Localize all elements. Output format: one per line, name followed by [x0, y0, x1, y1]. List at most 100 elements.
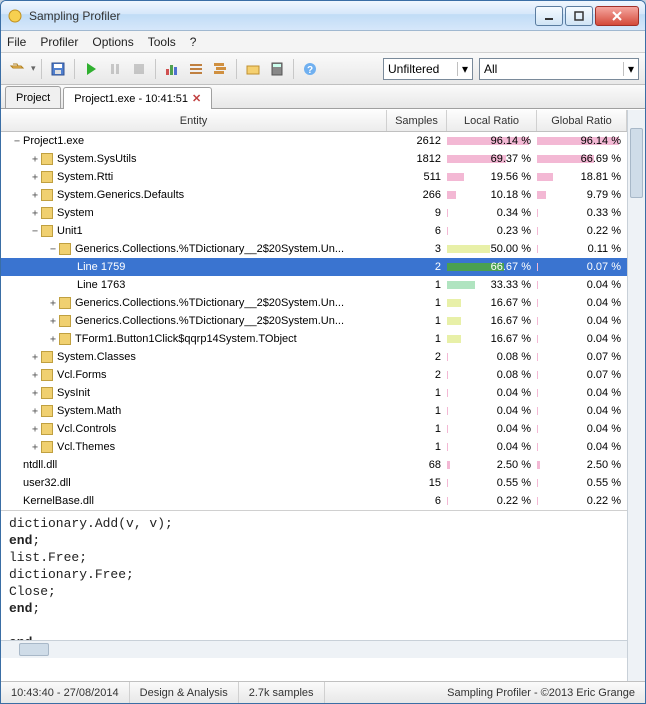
- table-row[interactable]: −Generics.Collections.%TDictionary__2$20…: [1, 240, 627, 258]
- open-icon[interactable]: [7, 58, 29, 80]
- global-ratio-cell: 0.33 %: [537, 207, 627, 219]
- tree-expander[interactable]: −: [29, 226, 41, 237]
- scroll-thumb[interactable]: [630, 128, 643, 198]
- horizontal-scrollbar[interactable]: [1, 640, 627, 658]
- minimize-button[interactable]: [535, 6, 563, 26]
- table-row[interactable]: user32.dll150.55 %0.55 %: [1, 474, 627, 492]
- vertical-scrollbar[interactable]: [627, 110, 645, 681]
- tree-expander[interactable]: −: [47, 244, 59, 255]
- local-ratio-cell: 50.00 %: [447, 243, 537, 255]
- folder-icon[interactable]: [242, 58, 264, 80]
- toolbar: ▾ ? Unfiltered ▾ All ▾: [1, 53, 645, 85]
- tab-project[interactable]: Project: [5, 86, 61, 108]
- table-row[interactable]: KernelBase.dll60.22 %0.22 %: [1, 492, 627, 510]
- entity-label: System.Math: [57, 405, 121, 417]
- entity-cell: +System.SysUtils: [1, 153, 387, 165]
- entity-label: Unit1: [57, 225, 83, 237]
- menu-tools[interactable]: Tools: [148, 35, 176, 49]
- entity-label: KernelBase.dll: [23, 495, 94, 507]
- tab-results[interactable]: Project1.exe - 10:41:51 ✕: [63, 87, 212, 109]
- table-row[interactable]: Line 1759266.67 %0.07 %: [1, 258, 627, 276]
- col-samples[interactable]: Samples: [387, 110, 447, 131]
- global-ratio-cell: 96.14 %: [537, 135, 627, 147]
- tree-expander[interactable]: +: [29, 154, 41, 165]
- col-entity[interactable]: Entity: [1, 110, 387, 131]
- tree-expander[interactable]: −: [11, 136, 23, 147]
- tree-expander[interactable]: +: [47, 334, 59, 345]
- local-ratio-cell: 33.33 %: [447, 279, 537, 291]
- table-row[interactable]: +System90.34 %0.33 %: [1, 204, 627, 222]
- entity-label: Line 1763: [77, 279, 125, 291]
- menubar: File Profiler Options Tools ?: [1, 31, 645, 53]
- table-row[interactable]: +Vcl.Controls10.04 %0.04 %: [1, 420, 627, 438]
- titlebar[interactable]: Sampling Profiler: [1, 1, 645, 31]
- table-row[interactable]: +Vcl.Themes10.04 %0.04 %: [1, 438, 627, 456]
- entity-cell: +SysInit: [1, 387, 387, 399]
- table-row[interactable]: +System.SysUtils181269.37 %66.69 %: [1, 150, 627, 168]
- table-row[interactable]: +TForm1.Button1Click$qqrp14System.TObjec…: [1, 330, 627, 348]
- table-row[interactable]: −Unit160.23 %0.22 %: [1, 222, 627, 240]
- tree-expander[interactable]: +: [29, 208, 41, 219]
- unit-icon: [41, 369, 53, 381]
- table-row[interactable]: +Generics.Collections.%TDictionary__2$20…: [1, 294, 627, 312]
- tree-expander[interactable]: +: [29, 190, 41, 201]
- unit-icon: [41, 225, 53, 237]
- tab-close-icon[interactable]: ✕: [192, 92, 201, 105]
- table-row[interactable]: +System.Generics.Defaults26610.18 %9.79 …: [1, 186, 627, 204]
- tree-expander[interactable]: +: [29, 406, 41, 417]
- entity-label: Line 1759: [77, 261, 125, 273]
- table-row[interactable]: +SysInit10.04 %0.04 %: [1, 384, 627, 402]
- calculator-icon[interactable]: [266, 58, 288, 80]
- table-row[interactable]: Line 1763133.33 %0.04 %: [1, 276, 627, 294]
- help-icon[interactable]: ?: [299, 58, 321, 80]
- local-ratio-cell: 0.34 %: [447, 207, 537, 219]
- app-icon: [7, 8, 23, 24]
- table-row[interactable]: +System.Classes20.08 %0.07 %: [1, 348, 627, 366]
- col-global-ratio[interactable]: Global Ratio: [537, 110, 627, 131]
- filter-combo-value: Unfiltered: [388, 62, 439, 76]
- entity-label: Project1.exe: [23, 135, 84, 147]
- maximize-button[interactable]: [565, 6, 593, 26]
- entity-cell: +System.Rtti: [1, 171, 387, 183]
- close-button[interactable]: [595, 6, 639, 26]
- chart-bar-icon[interactable]: [161, 58, 183, 80]
- table-row[interactable]: +System.Math10.04 %0.04 %: [1, 402, 627, 420]
- tree-expander[interactable]: +: [29, 424, 41, 435]
- global-ratio-cell: 0.04 %: [537, 333, 627, 345]
- entity-label: Vcl.Controls: [57, 423, 116, 435]
- unit-icon: [41, 387, 53, 399]
- menu-options[interactable]: Options: [92, 35, 133, 49]
- table-row[interactable]: +System.Rtti51119.56 %18.81 %: [1, 168, 627, 186]
- list-icon[interactable]: [185, 58, 207, 80]
- tree-expander[interactable]: +: [47, 298, 59, 309]
- pause-icon[interactable]: [104, 58, 126, 80]
- table-row[interactable]: −Project1.exe261296.14 %96.14 %: [1, 132, 627, 150]
- menu-file[interactable]: File: [7, 35, 26, 49]
- tree-expander[interactable]: +: [29, 370, 41, 381]
- menu-profiler[interactable]: Profiler: [40, 35, 78, 49]
- status-mode: Design & Analysis: [130, 682, 239, 703]
- tree-expander[interactable]: +: [29, 172, 41, 183]
- scroll-thumb[interactable]: [19, 643, 49, 656]
- stop-icon[interactable]: [128, 58, 150, 80]
- tree-expander[interactable]: +: [47, 316, 59, 327]
- table-row[interactable]: +Generics.Collections.%TDictionary__2$20…: [1, 312, 627, 330]
- tree-expander[interactable]: +: [29, 352, 41, 363]
- filter-combo[interactable]: Unfiltered ▾: [383, 58, 473, 80]
- table-row[interactable]: ntdll.dll682.50 %2.50 %: [1, 456, 627, 474]
- entity-cell: +System.Generics.Defaults: [1, 189, 387, 201]
- table-row[interactable]: +Vcl.Forms20.08 %0.07 %: [1, 366, 627, 384]
- global-ratio-cell: 0.55 %: [537, 477, 627, 489]
- menu-help[interactable]: ?: [190, 35, 197, 49]
- stack-icon[interactable]: [209, 58, 231, 80]
- tree-expander[interactable]: +: [29, 388, 41, 399]
- tree-expander[interactable]: +: [29, 442, 41, 453]
- play-icon[interactable]: [80, 58, 102, 80]
- scope-combo[interactable]: All ▾: [479, 58, 639, 80]
- save-icon[interactable]: [47, 58, 69, 80]
- local-ratio-cell: 10.18 %: [447, 189, 537, 201]
- source-view[interactable]: dictionary.Add(v, v); end; list.Free; di…: [1, 510, 627, 640]
- local-ratio-cell: 0.04 %: [447, 387, 537, 399]
- app-window: Sampling Profiler File Profiler Options …: [0, 0, 646, 704]
- col-local-ratio[interactable]: Local Ratio: [447, 110, 537, 131]
